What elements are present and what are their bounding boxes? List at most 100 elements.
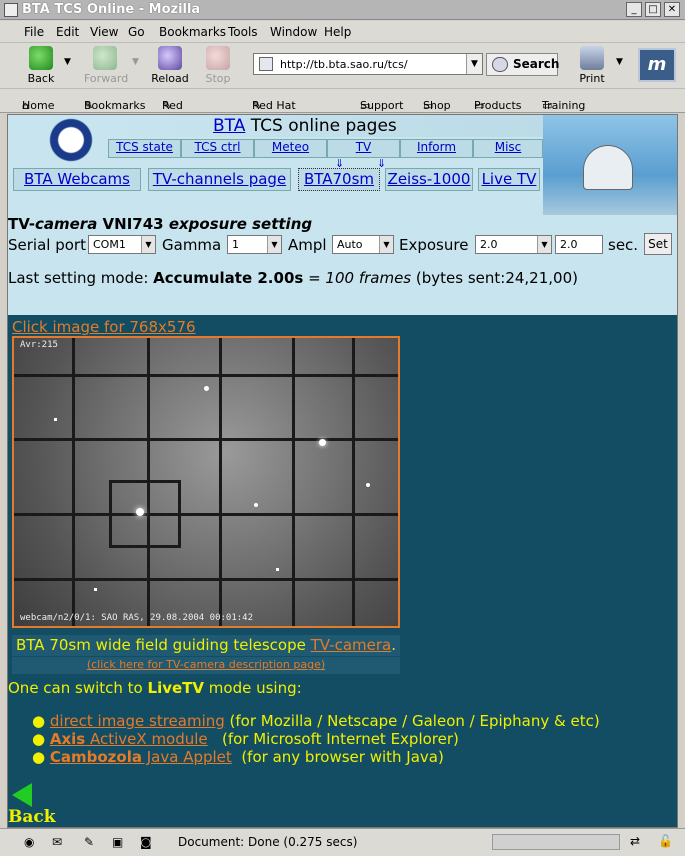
- menu-edit[interactable]: Edit: [56, 25, 79, 39]
- nav-tv[interactable]: TV: [327, 139, 400, 158]
- page-content: BTA TCS online pages TCS state TCS ctrl …: [7, 114, 678, 828]
- exposure-input[interactable]: 2.0: [555, 235, 603, 254]
- minimize-button[interactable]: _: [626, 2, 642, 17]
- nav-zeiss-link[interactable]: Zeiss-1000: [388, 170, 471, 188]
- back-label: Back: [8, 807, 56, 827]
- back-link[interactable]: Back: [8, 783, 56, 827]
- close-button[interactable]: ✕: [664, 2, 680, 17]
- bookmark-shop-label: Shop: [423, 99, 451, 112]
- stop-button[interactable]: Stop: [202, 46, 234, 85]
- menu-go[interactable]: Go: [128, 25, 145, 39]
- nav-bta-webcams-link[interactable]: BTA Webcams: [24, 170, 130, 188]
- bullet1-rest: (for Mozilla / Netscape / Galeon / Epiph…: [224, 712, 600, 730]
- observatory-image[interactable]: [543, 115, 677, 215]
- window-title: BTA TCS Online - Mozilla: [22, 2, 201, 17]
- exposure-heading: TV-camera VNI743 exposure setting: [8, 215, 312, 233]
- menu-tools[interactable]: Tools: [228, 25, 258, 39]
- caption-box: BTA 70sm wide field guiding telescope TV…: [12, 635, 400, 656]
- navigator-icon[interactable]: ◉: [24, 835, 34, 849]
- bullet-icon: ●: [32, 730, 46, 748]
- mode-value: Accumulate 2.00s: [153, 269, 304, 287]
- tv-camera-link[interactable]: TV-camera: [311, 636, 392, 654]
- list-item: ● Cambozola Java Applet (for any browser…: [32, 748, 444, 766]
- nav-misc[interactable]: Misc: [473, 139, 543, 158]
- menu-view[interactable]: View: [90, 25, 118, 39]
- bullet-icon: ●: [32, 712, 46, 730]
- nav-tcs-state-link[interactable]: TCS state: [116, 140, 173, 154]
- menu-bar: File Edit View Go Bookmarks Tools Window…: [0, 21, 685, 43]
- url-dropdown-icon[interactable]: ▼: [466, 54, 482, 74]
- personal-toolbar: ⌂ Home ✎ Bookmarks ✎ Red Hat, Inc. ✎ Red…: [0, 89, 685, 138]
- url-input[interactable]: http://tb.bta.sao.ru/tcs/ ▼: [253, 53, 483, 75]
- tv-camera-description-link[interactable]: (click here for TV-camera description pa…: [87, 658, 325, 671]
- exposure-label: Exposure: [399, 236, 469, 254]
- serial-port-select[interactable]: COM1 ▼: [88, 235, 156, 254]
- nav-tcs-state[interactable]: TCS state: [108, 139, 181, 158]
- nav-tcs-ctrl[interactable]: TCS ctrl: [181, 139, 254, 158]
- bta-link[interactable]: BTA: [213, 116, 245, 136]
- nav-tv-link[interactable]: TV: [356, 140, 372, 154]
- serial-port-value: COM1: [93, 238, 126, 251]
- ampl-select[interactable]: Auto ▼: [332, 235, 394, 254]
- nav-tcs-ctrl-link[interactable]: TCS ctrl: [194, 140, 240, 154]
- nav-bta70sm-link[interactable]: BTA70sm: [304, 170, 374, 188]
- search-button[interactable]: Search: [486, 53, 559, 76]
- mail-icon[interactable]: ✉: [52, 835, 62, 849]
- menu-window[interactable]: Window: [270, 25, 317, 39]
- nav-inform[interactable]: Inform: [400, 139, 473, 158]
- maximize-button[interactable]: □: [645, 2, 661, 17]
- back-button[interactable]: Back: [24, 46, 58, 85]
- nav-bta-webcams[interactable]: BTA Webcams: [13, 168, 141, 191]
- star: [54, 418, 57, 421]
- bookmark-training-label: Training: [542, 99, 586, 112]
- address-book-icon[interactable]: ▣: [112, 835, 123, 849]
- menu-help[interactable]: Help: [324, 25, 351, 39]
- gamma-select[interactable]: 1 ▼: [227, 235, 282, 254]
- print-button[interactable]: Print: [578, 46, 606, 85]
- progress-bar: [492, 834, 620, 850]
- exposure-value: 2.0: [480, 238, 498, 251]
- caption-dot: .: [391, 636, 397, 654]
- reticle-v-line: [219, 338, 222, 626]
- mode-bytes: (bytes sent:24,21,00): [411, 269, 578, 287]
- navigation-toolbar: Back ▼ Forward ▼ Reload Stop http://tb.b…: [0, 43, 685, 89]
- back-dropdown[interactable]: ▼: [64, 57, 71, 67]
- nav-live-tv[interactable]: Live TV: [478, 168, 540, 191]
- nav-meteo-link[interactable]: Meteo: [272, 140, 309, 154]
- star: [276, 568, 279, 571]
- nav-zeiss[interactable]: Zeiss-1000: [385, 168, 473, 191]
- forward-button[interactable]: Forward: [84, 46, 128, 85]
- nav-inform-link[interactable]: Inform: [417, 140, 456, 154]
- exposure-input-value: 2.0: [560, 238, 578, 251]
- axis-activex-link[interactable]: Axis ActiveX module: [50, 730, 208, 748]
- serial-port-label: Serial port: [8, 236, 86, 254]
- mozilla-logo-icon[interactable]: m: [638, 48, 676, 82]
- nav-tv-channels[interactable]: TV-channels page: [148, 168, 291, 191]
- exposure-select[interactable]: 2.0 ▼: [475, 235, 552, 254]
- click-image-link[interactable]: Click image for 768x576: [12, 318, 196, 336]
- chevron-down-icon: ▼: [379, 236, 393, 253]
- nav-bta70sm[interactable]: BTA70sm: [298, 168, 380, 191]
- menu-bookmarks[interactable]: Bookmarks: [159, 25, 226, 39]
- set-button[interactable]: Set: [644, 233, 672, 255]
- forward-dropdown[interactable]: ▼: [132, 57, 139, 67]
- caption-text: BTA 70sm wide field guiding telescope: [15, 636, 311, 654]
- print-dropdown[interactable]: ▼: [616, 57, 623, 67]
- cambozola-link[interactable]: Cambozola Java Applet: [50, 748, 232, 766]
- switch-text-livetv: LiveTV: [147, 679, 205, 697]
- direct-streaming-link[interactable]: direct image streaming: [50, 712, 225, 730]
- nav-tv-channels-link[interactable]: TV-channels page: [153, 170, 286, 188]
- nav-meteo[interactable]: Meteo: [254, 139, 327, 158]
- tv-camera-image[interactable]: Avr:215 webcam/n2/0/1: SAO RAS, 29.08.20…: [12, 336, 400, 628]
- nav-live-tv-link[interactable]: Live TV: [482, 170, 537, 188]
- back-label: Back: [27, 72, 55, 85]
- list-item: ● Axis ActiveX module (for Microsoft Int…: [32, 730, 459, 748]
- menu-file[interactable]: File: [24, 25, 44, 39]
- reload-button[interactable]: Reload: [150, 46, 190, 85]
- nav-misc-link[interactable]: Misc: [495, 140, 522, 154]
- dome-shape: [583, 145, 633, 190]
- status-text: Document: Done (0.275 secs): [178, 835, 358, 849]
- print-label: Print: [579, 72, 605, 85]
- chat-icon[interactable]: ◙: [140, 835, 152, 849]
- composer-icon[interactable]: ✎: [84, 835, 94, 849]
